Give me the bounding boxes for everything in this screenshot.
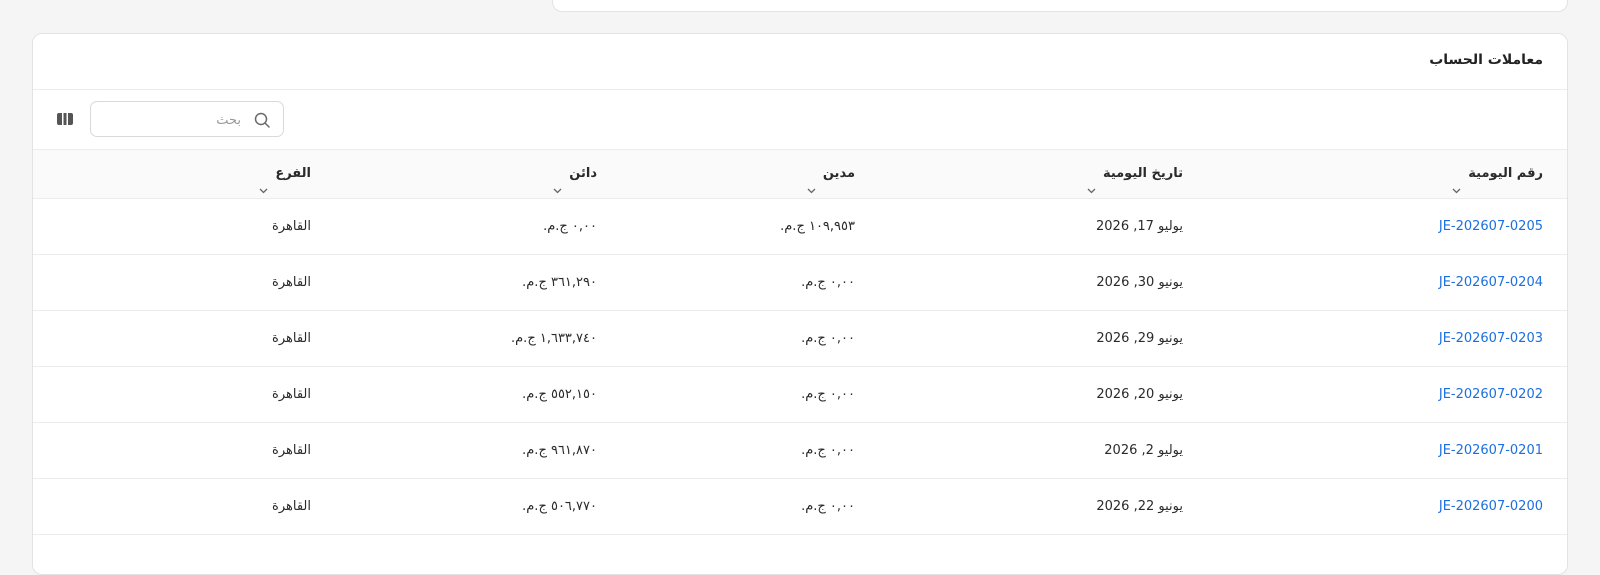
branch-name: القاهرة — [272, 443, 311, 458]
column-label: مدين — [822, 166, 855, 181]
column-header-journal-number[interactable]: رقم اليومية — [1451, 150, 1543, 198]
credit-amount: ٣٦١,٢٩٠ ج.م. — [522, 275, 597, 290]
journal-number-link[interactable]: JE-202607-0200 — [1439, 479, 1543, 534]
journal-number-link[interactable]: JE-202607-0204 — [1439, 255, 1543, 310]
journal-date: يونيو 30, 2026 — [1096, 275, 1183, 290]
column-header-branch[interactable]: الفرع — [258, 150, 311, 198]
journal-number-link[interactable]: JE-202607-0201 — [1439, 423, 1543, 478]
table-header: رقم اليومية تاريخ اليومية مدين دائن الفر… — [33, 150, 1567, 199]
column-label: رقم اليومية — [1468, 166, 1543, 181]
debit-amount: ٠,٠٠ ج.م. — [801, 387, 855, 402]
journal-date: يونيو 20, 2026 — [1096, 387, 1183, 402]
journal-date: يونيو 29, 2026 — [1096, 331, 1183, 346]
debit-amount: ٠,٠٠ ج.م. — [801, 443, 855, 458]
journal-date: يوليو 2, 2026 — [1104, 443, 1183, 458]
debit-amount: ١٠٩,٩٥٣ ج.م. — [780, 219, 855, 234]
debit-amount: ٠,٠٠ ج.م. — [801, 331, 855, 346]
credit-amount: ٥٥٢,١٥٠ ج.م. — [522, 387, 597, 402]
column-label: دائن — [569, 166, 597, 181]
chevron-down-icon — [552, 169, 563, 193]
card-header: معاملات الحساب — [33, 34, 1567, 90]
credit-amount: ٠,٠٠ ج.م. — [543, 219, 597, 234]
branch-name: القاهرة — [272, 499, 311, 514]
debit-amount: ٠,٠٠ ج.م. — [801, 499, 855, 514]
credit-amount: ١,٦٣٣,٧٤٠ ج.م. — [511, 331, 597, 346]
account-transactions-card: معاملات الحساب رقم اليومية تار — [32, 33, 1568, 575]
column-label: تاريخ اليومية — [1102, 166, 1183, 181]
column-header-debit[interactable]: مدين — [806, 150, 855, 198]
columns-icon[interactable] — [56, 111, 74, 127]
chevron-down-icon — [1086, 169, 1097, 193]
search-icon — [253, 111, 271, 129]
table-row: JE-202607-0203 يونيو 29, 2026 ٠,٠٠ ج.م. … — [33, 311, 1567, 367]
table-row: JE-202607-0202 يونيو 20, 2026 ٠,٠٠ ج.م. … — [33, 367, 1567, 423]
credit-amount: ٩٦١,٨٧٠ ج.م. — [522, 443, 597, 458]
column-header-credit[interactable]: دائن — [552, 150, 597, 198]
journal-date: يوليو 17, 2026 — [1096, 219, 1183, 234]
credit-amount: ٥٠٦,٧٧٠ ج.م. — [522, 499, 597, 514]
branch-name: القاهرة — [272, 219, 311, 234]
column-header-journal-date[interactable]: تاريخ اليومية — [1086, 150, 1183, 198]
journal-number-link[interactable]: JE-202607-0203 — [1439, 311, 1543, 366]
column-label: الفرع — [275, 166, 311, 181]
table-row: JE-202607-0200 يونيو 22, 2026 ٠,٠٠ ج.م. … — [33, 479, 1567, 535]
chevron-down-icon — [258, 169, 269, 193]
previous-card — [552, 0, 1568, 12]
branch-name: القاهرة — [272, 275, 311, 290]
journal-number-link[interactable]: JE-202607-0205 — [1439, 199, 1543, 254]
table-row: JE-202607-0204 يونيو 30, 2026 ٠,٠٠ ج.م. … — [33, 255, 1567, 311]
journal-number-link[interactable]: JE-202607-0202 — [1439, 367, 1543, 422]
branch-name: القاهرة — [272, 331, 311, 346]
table-row: JE-202607-0201 يوليو 2, 2026 ٠,٠٠ ج.م. ٩… — [33, 423, 1567, 479]
search-input[interactable] — [99, 104, 243, 136]
branch-name: القاهرة — [272, 387, 311, 402]
section-title: معاملات الحساب — [1429, 52, 1543, 68]
debit-amount: ٠,٠٠ ج.م. — [801, 275, 855, 290]
journal-date: يونيو 22, 2026 — [1096, 499, 1183, 514]
table-row: JE-202607-0205 يوليو 17, 2026 ١٠٩,٩٥٣ ج.… — [33, 199, 1567, 255]
chevron-down-icon — [1451, 169, 1462, 193]
chevron-down-icon — [806, 169, 817, 193]
table-toolbar — [33, 90, 1567, 150]
search-box[interactable] — [90, 101, 284, 137]
